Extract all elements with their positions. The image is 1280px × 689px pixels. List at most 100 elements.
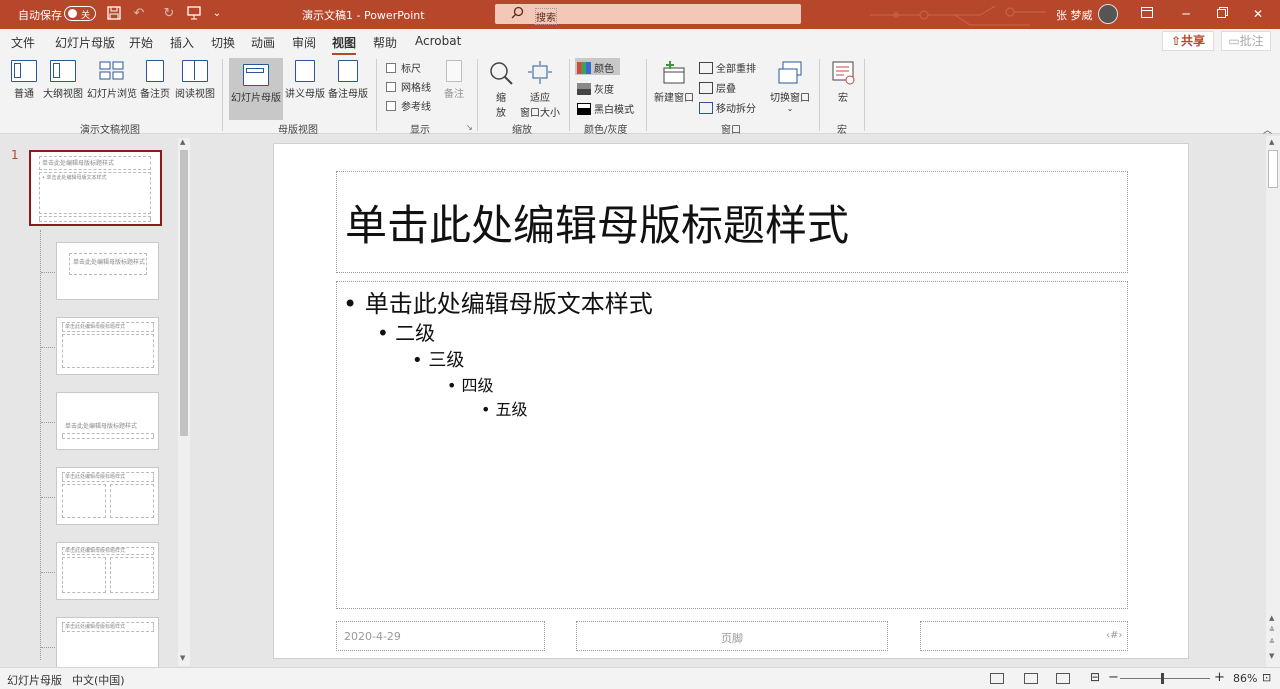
- tab-slide-master[interactable]: 幻灯片母版: [55, 34, 115, 51]
- slide-number-placeholder[interactable]: ‹#›: [920, 621, 1128, 651]
- scrollbar-thumb[interactable]: [1268, 150, 1278, 188]
- slide-master-button[interactable]: 幻灯片母版: [229, 58, 283, 120]
- black-white-button[interactable]: 黑白模式: [577, 101, 634, 116]
- share-button[interactable]: ⇧共享: [1162, 31, 1214, 51]
- zoom-in-icon[interactable]: +: [1214, 670, 1225, 685]
- reading-view-icon[interactable]: [1056, 673, 1070, 684]
- tab-transitions[interactable]: 切换: [211, 34, 235, 51]
- scroll-up-icon[interactable]: ▲: [180, 138, 185, 146]
- handout-master-button[interactable]: 讲义母版: [284, 58, 326, 100]
- user-avatar[interactable]: [1098, 4, 1118, 24]
- layout-thumbnail-two-content[interactable]: 单击此处编辑母版标题样式: [56, 467, 159, 525]
- comments-button[interactable]: ▭批注: [1221, 31, 1271, 51]
- slide-thumbnail-pane: 1 单击此处编辑母版标题样式 • 单击此处编辑母版文本样式 单击此处编辑母版标题…: [0, 134, 191, 669]
- ruler-checkbox[interactable]: 标尺: [386, 60, 421, 75]
- scroll-down-icon[interactable]: ▼: [1269, 652, 1274, 660]
- layout-thumbnail-title-only[interactable]: 单击此处编辑母版标题样式: [56, 617, 159, 669]
- user-name[interactable]: 张 梦威: [1056, 7, 1093, 23]
- layout-thumbnail-title-content[interactable]: 单击此处编辑母版标题样式: [56, 317, 159, 375]
- comment-icon: ▭: [1228, 34, 1240, 48]
- tab-file[interactable]: 文件: [11, 34, 35, 51]
- notes-master-icon: [338, 60, 358, 82]
- zoom-out-icon[interactable]: −: [1108, 670, 1119, 685]
- tab-view[interactable]: 视图: [332, 34, 357, 55]
- next-slide-icon[interactable]: ≚: [1269, 638, 1275, 646]
- undo-icon[interactable]: ↶: [131, 6, 147, 22]
- notes-icon: [446, 60, 462, 82]
- bullet-level-1-text: 单击此处编辑母版文本样式: [364, 290, 653, 318]
- restore-icon[interactable]: [1212, 5, 1232, 23]
- grayscale-button[interactable]: 灰度: [577, 81, 614, 96]
- zoom-percent[interactable]: 86%: [1233, 672, 1257, 685]
- move-split-label: 移动拆分: [716, 104, 756, 115]
- cascade-button[interactable]: 层叠: [699, 80, 736, 95]
- layout-thumbnail-section-header[interactable]: 单击此处编辑母版标题样式: [56, 392, 159, 450]
- switch-window-label: 切换窗口: [770, 93, 810, 104]
- present-icon[interactable]: [186, 6, 202, 22]
- thumb-title-text: 单击此处编辑母版标题样式: [65, 624, 126, 630]
- language-indicator[interactable]: 中文(中国): [72, 672, 125, 688]
- guides-checkbox[interactable]: 参考线: [386, 98, 431, 113]
- collapse-ribbon-icon[interactable]: ︿: [1263, 123, 1272, 136]
- date-placeholder[interactable]: 2020-4-29: [336, 621, 545, 651]
- zoom-slider-track[interactable]: [1120, 678, 1210, 679]
- thumb-body-placeholder: [110, 484, 154, 518]
- footer-placeholder[interactable]: 页脚: [576, 621, 888, 651]
- close-icon[interactable]: ✕: [1248, 5, 1268, 23]
- autosave-toggle[interactable]: 关: [64, 6, 96, 21]
- notes-page-button[interactable]: 备注页: [139, 58, 171, 100]
- layout-thumbnail-comparison[interactable]: 单击此处编辑母版标题样式: [56, 542, 159, 600]
- tab-acrobat[interactable]: Acrobat: [415, 34, 461, 48]
- slide-sorter-icon[interactable]: [1024, 673, 1038, 684]
- notes-button[interactable]: 备注: [440, 58, 468, 100]
- minimize-icon[interactable]: ─: [1176, 5, 1196, 23]
- move-split-button[interactable]: 移动拆分: [699, 100, 756, 115]
- save-icon[interactable]: [106, 6, 122, 22]
- thumb-body-placeholder: [62, 433, 154, 439]
- fit-to-window-button[interactable]: 适应 窗口大小: [518, 58, 562, 119]
- group-separator: [477, 59, 478, 131]
- dialog-launcher-icon[interactable]: ↘: [466, 123, 473, 132]
- thumbnail-scrollbar[interactable]: ▲ ▼: [178, 138, 190, 666]
- tab-home[interactable]: 开始: [129, 34, 153, 51]
- previous-slide-icon[interactable]: ≙: [1269, 626, 1275, 634]
- scrollbar-thumb[interactable]: [180, 150, 188, 436]
- tab-insert[interactable]: 插入: [170, 34, 194, 51]
- layout-tree-tick: [41, 272, 55, 273]
- tab-help[interactable]: 帮助: [373, 34, 397, 51]
- scroll-down-icon[interactable]: ▼: [180, 654, 185, 662]
- zoom-slider-knob[interactable]: [1161, 673, 1164, 684]
- thumb-body-placeholder: [62, 557, 106, 593]
- normal-view-button[interactable]: 普通: [8, 58, 40, 100]
- tab-review[interactable]: 审阅: [292, 34, 316, 51]
- slide-sorter-button[interactable]: 幻灯片浏览: [86, 58, 138, 100]
- scroll-up-icon[interactable]: ▲: [1269, 614, 1274, 622]
- magnifier-icon: [488, 60, 514, 86]
- switch-window-button[interactable]: 切换窗口 ⌄: [768, 58, 812, 113]
- slideshow-icon[interactable]: ⊟: [1090, 670, 1100, 684]
- ribbon-display-icon[interactable]: [1137, 5, 1157, 23]
- notes-master-button[interactable]: 备注母版: [327, 58, 369, 100]
- macros-button[interactable]: 宏: [828, 58, 858, 104]
- zoom-button[interactable]: 缩 放: [486, 58, 516, 119]
- title-placeholder[interactable]: 单击此处编辑母版标题样式: [336, 171, 1128, 273]
- fit-slide-icon[interactable]: ⊡: [1262, 671, 1271, 684]
- color-button[interactable]: 颜色: [575, 58, 620, 75]
- normal-view-icon[interactable]: [990, 673, 1004, 684]
- arrange-all-button[interactable]: 全部重排: [699, 60, 756, 75]
- layout-thumbnail-title[interactable]: 单击此处编辑母版标题样式: [56, 242, 159, 300]
- scroll-up-icon[interactable]: ▲: [1269, 138, 1274, 146]
- search-box[interactable]: 搜索: [495, 4, 801, 25]
- group-separator: [819, 59, 820, 131]
- dropdown-chevron-icon: ⌄: [786, 104, 794, 113]
- customize-quick-access-icon[interactable]: ⌄: [209, 6, 225, 22]
- reading-view-button[interactable]: 阅读视图: [173, 58, 217, 100]
- gridlines-checkbox[interactable]: 网格线: [386, 79, 431, 94]
- redo-icon[interactable]: ↻: [161, 6, 177, 22]
- tab-animations[interactable]: 动画: [251, 34, 275, 51]
- outline-view-button[interactable]: 大纲视图: [41, 58, 85, 100]
- master-slide-thumbnail[interactable]: 单击此处编辑母版标题样式 • 单击此处编辑母版文本样式: [29, 150, 162, 226]
- new-window-button[interactable]: 新建窗口: [652, 58, 696, 104]
- main-scrollbar[interactable]: ▲ ▲ ≙ ≚ ▼: [1266, 136, 1280, 667]
- body-placeholder[interactable]: • 单击此处编辑母版文本样式 • 二级 • 三级 • 四级 • 五级: [336, 281, 1128, 609]
